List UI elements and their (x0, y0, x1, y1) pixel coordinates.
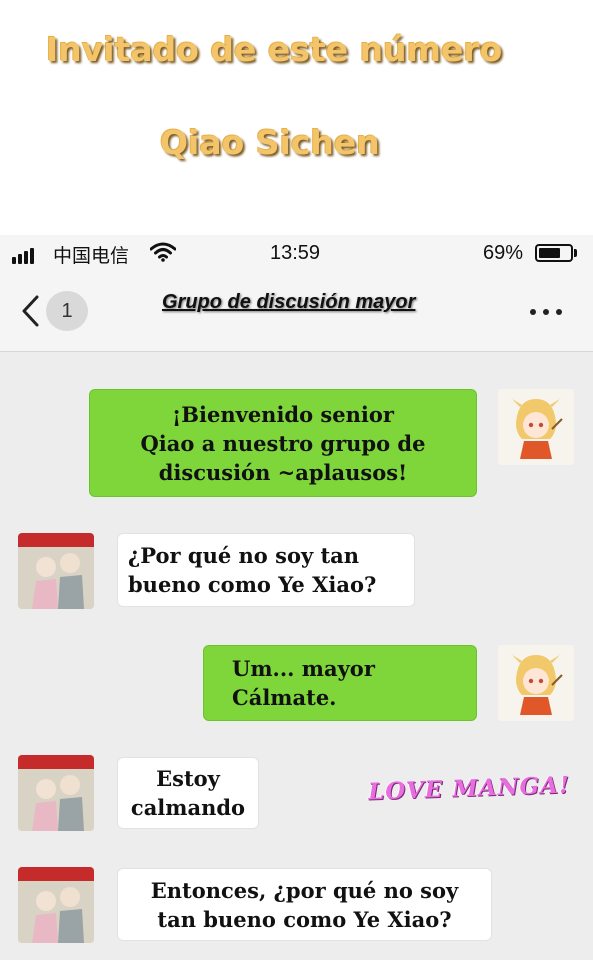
avatar[interactable] (18, 755, 94, 831)
watermark: LOVE MANGA! (367, 771, 571, 806)
chat-header: 1 Grupo de discusión mayor (0, 271, 593, 352)
battery-percent: 69% (483, 242, 524, 264)
message-text: calmando (130, 795, 246, 820)
message-text: Entonces, ¿por qué no soy (150, 877, 459, 903)
battery-tip (574, 249, 577, 257)
message-text: bueno como Ye Xiao? (128, 572, 377, 597)
chat-title: Grupo de discusión mayor (162, 291, 416, 313)
avatar[interactable] (18, 867, 94, 943)
message-text: Qiao a nuestro grupo de (140, 430, 426, 456)
avatar-manga-cover-icon (18, 533, 94, 609)
more-dots-icon[interactable] (530, 309, 562, 315)
caption-line-1: Invitado de este número (46, 30, 503, 69)
message-text: Estoy (156, 766, 220, 791)
chevron-left-icon[interactable] (18, 293, 44, 329)
avatar-girl-icon (498, 645, 574, 721)
message-text: tan bueno como Ye Xiao? (157, 906, 452, 932)
avatar[interactable] (498, 389, 574, 465)
avatar-manga-cover-icon (18, 755, 94, 831)
message-text: ¿Por qué no soy tan (128, 543, 360, 568)
message-bubble[interactable]: Estoy calmando (117, 757, 259, 829)
avatar[interactable] (498, 645, 574, 721)
status-bar: 中国电信 13:59 69% (0, 235, 593, 271)
message-text: discusión ~aplausos! (158, 459, 408, 485)
caption-line-2: Qiao Sichen (160, 123, 380, 162)
battery-icon (535, 244, 573, 262)
message-text: ¡Bienvenido senior (172, 401, 394, 427)
avatar[interactable] (18, 533, 94, 609)
message-bubble[interactable]: Entonces, ¿por qué no soy tan bueno como… (117, 868, 492, 941)
avatar-manga-cover-icon (18, 867, 94, 943)
clock: 13:59 (270, 242, 321, 264)
unread-count-badge[interactable]: 1 (46, 291, 88, 331)
phone-screen: 中国电信 13:59 69% 1 Grupo de discusión mayo… (0, 235, 593, 960)
carrier-name: 中国电信 (53, 246, 130, 267)
message-bubble[interactable]: ¿Por qué no soy tan bueno como Ye Xiao? (117, 533, 415, 607)
message-text: Cálmate. (232, 685, 337, 710)
avatar-girl-icon (498, 389, 574, 465)
caption-area: Invitado de este número Qiao Sichen (0, 0, 593, 235)
message-bubble[interactable]: ¡Bienvenido senior Qiao a nuestro grupo … (89, 389, 477, 497)
message-bubble[interactable]: Um... mayor Cálmate. (203, 645, 477, 721)
wifi-icon (150, 242, 176, 262)
message-text: Um... mayor (232, 656, 375, 681)
signal-icon (12, 248, 34, 264)
